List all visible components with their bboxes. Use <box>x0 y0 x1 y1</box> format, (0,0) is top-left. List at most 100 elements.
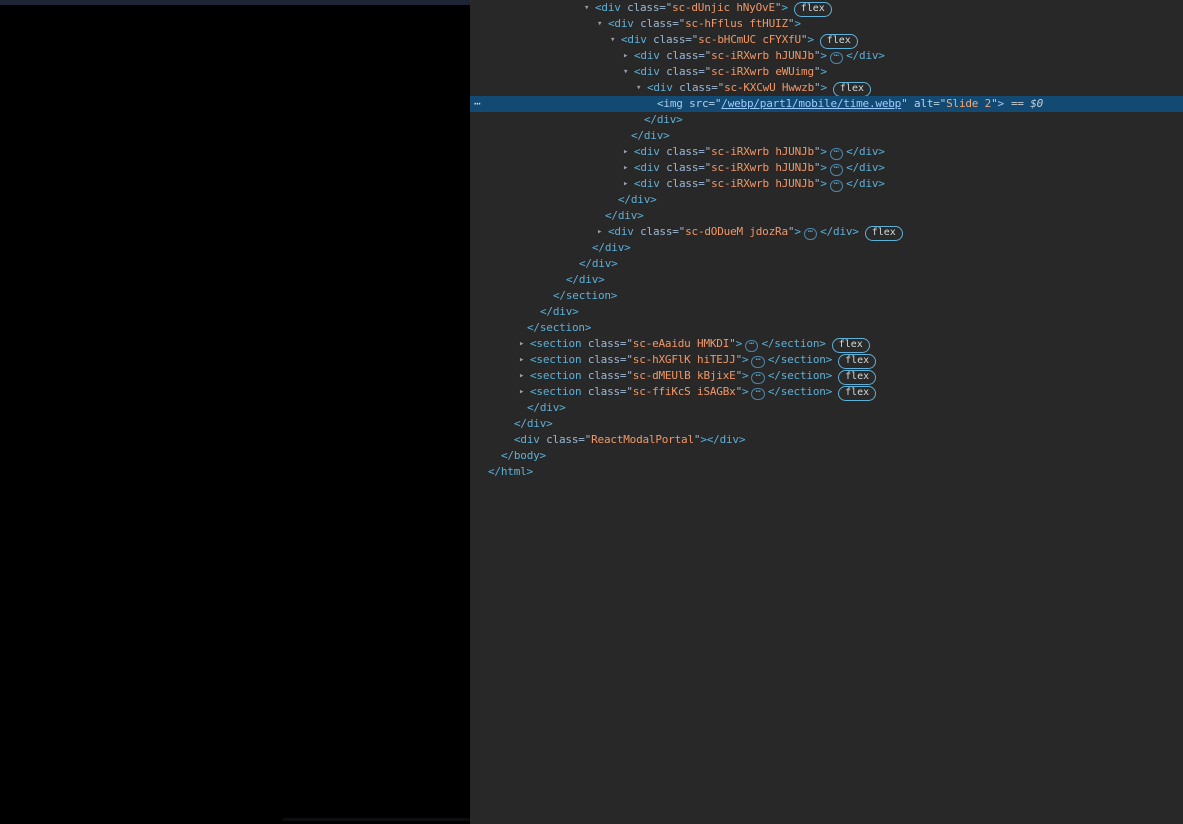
dom-tree-row[interactable]: ▾<div class="sc-KXCwU Hwwzb">flex <box>470 80 1183 96</box>
tag-open-token: <section <box>530 353 581 366</box>
tag-open-token: <div <box>514 433 540 446</box>
flex-badge[interactable]: flex <box>794 2 832 17</box>
flex-badge[interactable]: flex <box>865 226 903 241</box>
tag-open-token: <div <box>647 81 673 94</box>
class-value-token: ReactModalPortal <box>591 433 694 446</box>
dom-tree-row[interactable]: </div> <box>470 304 1183 320</box>
twisty-closed-icon[interactable]: ▸ <box>623 160 634 176</box>
twisty-closed-icon[interactable]: ▸ <box>519 352 530 368</box>
twisty-closed-icon[interactable]: ▸ <box>623 144 634 160</box>
dom-tree-row[interactable]: ▸<section class="sc-ffiKcS iSAGBx">⋯</se… <box>470 384 1183 400</box>
dom-tree-row[interactable]: </div> <box>470 240 1183 256</box>
tag-open-token: <div <box>608 17 634 30</box>
tag-closing-token: </section> <box>761 337 825 350</box>
expand-inline-button[interactable]: ⋯ <box>804 228 817 240</box>
dom-tree-row[interactable]: </section> <box>470 288 1183 304</box>
twisty-open-icon[interactable]: ▾ <box>584 0 595 16</box>
dom-tree-row[interactable]: ▸<div class="sc-iRXwrb hJUNJb">⋯</div> <box>470 48 1183 64</box>
flex-badge[interactable]: flex <box>820 34 858 49</box>
dom-tree-row[interactable]: ▾<div class="sc-hFflus ftHUIZ"> <box>470 16 1183 32</box>
tag-closing-token: </div> <box>514 417 553 430</box>
tag-closing-token: </section> <box>768 353 832 366</box>
dom-tree-row[interactable]: ▸<section class="sc-dMEUlB kBjixE">⋯</se… <box>470 368 1183 384</box>
img-src-link[interactable]: /webp/part1/mobile/time.webp <box>721 97 901 110</box>
twisty-closed-icon[interactable]: ▸ <box>519 336 530 352</box>
expand-inline-button[interactable]: ⋯ <box>830 180 843 192</box>
expand-inline-button[interactable]: ⋯ <box>830 148 843 160</box>
dom-tree-row[interactable]: ▸<div class="sc-dODueM jdozRa">⋯</div>fl… <box>470 224 1183 240</box>
twisty-closed-icon[interactable]: ▸ <box>519 384 530 400</box>
twisty-closed-icon[interactable]: ▸ <box>623 48 634 64</box>
dom-tree-row[interactable]: </div> <box>470 128 1183 144</box>
tag-closing-token: </section> <box>527 321 591 334</box>
twisty-open-icon[interactable]: ▾ <box>623 64 634 80</box>
flex-badge[interactable]: flex <box>838 354 876 369</box>
dom-tree-row[interactable]: </div> <box>470 256 1183 272</box>
expand-inline-button[interactable]: ⋯ <box>830 164 843 176</box>
expand-inline-button[interactable]: ⋯ <box>745 340 758 352</box>
class-attr-token: class= <box>660 49 705 62</box>
tag-close-bracket-token: > <box>781 1 787 14</box>
class-value-token: sc-eAaidu HMKDI <box>633 337 729 350</box>
tag-closing-token: </div> <box>618 193 657 206</box>
tag-close-bracket-token: > <box>742 385 748 398</box>
class-value-token: sc-ffiKcS iSAGBx <box>633 385 736 398</box>
tag-close-bracket-token: > <box>807 33 813 46</box>
src-attr-token: src= <box>683 97 715 110</box>
tag-closing-token: </div> <box>540 305 579 318</box>
dom-tree-row[interactable]: </div> <box>470 272 1183 288</box>
dom-tree-row[interactable]: </div> <box>470 400 1183 416</box>
dom-tree-row[interactable]: </body> <box>470 448 1183 464</box>
dom-tree-row[interactable]: </div> <box>470 112 1183 128</box>
twisty-closed-icon[interactable]: ▸ <box>519 368 530 384</box>
dom-tree-row[interactable]: </html> <box>470 464 1183 480</box>
img-alt-value: Slide 2 <box>946 97 991 110</box>
class-attr-token: class= <box>634 225 679 238</box>
tag-open-token: <div <box>634 177 660 190</box>
tag-closing-token: </div> <box>644 113 683 126</box>
class-value-token: sc-bHCmUC cFYXfU <box>698 33 801 46</box>
flex-badge[interactable]: flex <box>833 82 871 97</box>
expand-inline-button[interactable]: ⋯ <box>751 388 764 400</box>
tag-close-bracket-token: > <box>794 17 800 30</box>
dom-tree-row[interactable]: ▸<div class="sc-iRXwrb hJUNJb">⋯</div> <box>470 144 1183 160</box>
dom-tree-row[interactable]: <div class="ReactModalPortal"></div> <box>470 432 1183 448</box>
class-attr-token: class= <box>581 337 626 350</box>
twisty-open-icon[interactable]: ▾ <box>610 32 621 48</box>
expand-inline-button[interactable]: ⋯ <box>830 52 843 64</box>
dom-tree-row[interactable]: ▾<div class="sc-dUnjic hNyOvE">flex <box>470 0 1183 16</box>
twisty-open-icon[interactable]: ▾ <box>597 16 608 32</box>
class-attr-token: class= <box>634 17 679 30</box>
page-bottom-artifact <box>283 818 470 821</box>
dom-tree-row[interactable]: ▸<section class="sc-hXGFlK hiTEJJ">⋯</se… <box>470 352 1183 368</box>
dom-tree-row[interactable]: ▸<section class="sc-eAaidu HMKDI">⋯</sec… <box>470 336 1183 352</box>
class-value-token: sc-hFflus ftHUIZ <box>685 17 788 30</box>
dom-tree-row[interactable]: </div> <box>470 208 1183 224</box>
flex-badge[interactable]: flex <box>838 386 876 401</box>
flex-badge[interactable]: flex <box>838 370 876 385</box>
dom-tree-row[interactable]: ▾<div class="sc-iRXwrb eWUimg"> <box>470 64 1183 80</box>
twisty-closed-icon[interactable]: ▸ <box>597 224 608 240</box>
dom-tree-row[interactable]: ▸<div class="sc-iRXwrb hJUNJb">⋯</div> <box>470 176 1183 192</box>
tag-close-bracket-token: > <box>820 65 826 78</box>
tag-close-bracket-token: > <box>820 161 826 174</box>
class-value-token: sc-iRXwrb hJUNJb <box>711 161 814 174</box>
twisty-closed-icon[interactable]: ▸ <box>623 176 634 192</box>
dom-tree-row-selected[interactable]: ⋯<img src="/webp/part1/mobile/time.webp"… <box>470 96 1183 112</box>
tag-close-bracket-token: > <box>820 145 826 158</box>
tag-open-token: <div <box>621 33 647 46</box>
class-value-token: sc-KXCwU Hwwzb <box>724 81 814 94</box>
dom-tree-row[interactable]: </div> <box>470 192 1183 208</box>
dom-tree-row[interactable]: ▸<div class="sc-iRXwrb hJUNJb">⋯</div> <box>470 160 1183 176</box>
dom-tree-row[interactable]: ▾<div class="sc-bHCmUC cFYXfU">flex <box>470 32 1183 48</box>
expand-inline-button[interactable]: ⋯ <box>751 356 764 368</box>
twisty-open-icon[interactable]: ▾ <box>636 80 647 96</box>
row-options-icon[interactable]: ⋯ <box>474 96 480 112</box>
dom-tree-row[interactable]: </div> <box>470 416 1183 432</box>
class-attr-token: class= <box>660 161 705 174</box>
dollar-zero-ref: $0 <box>1030 97 1043 110</box>
flex-badge[interactable]: flex <box>832 338 870 353</box>
expand-inline-button[interactable]: ⋯ <box>751 372 764 384</box>
dom-tree-row[interactable]: </section> <box>470 320 1183 336</box>
tag-closing-token: ></div> <box>700 433 745 446</box>
